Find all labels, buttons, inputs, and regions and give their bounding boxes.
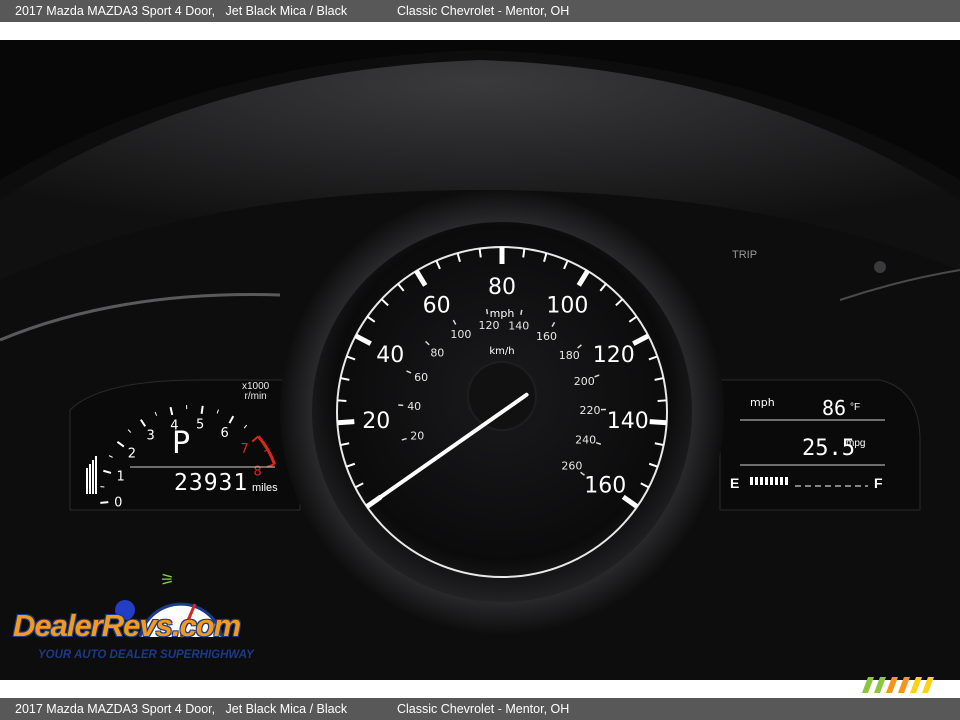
mph-label: 100 [546,293,588,318]
right-trim-highlight [839,269,960,301]
vehicle-caption: 2017 Mazda MAZDA3 Sport 4 Door, Jet Blac… [15,4,348,18]
kmh-label: 180 [559,349,580,362]
kmh-label: 240 [575,433,596,446]
mph-major-tick [337,419,355,426]
rpm-label: 2 [128,446,136,461]
kmh-label: 100 [450,328,471,341]
mph-minor-tick [657,399,667,402]
mph-label: 20 [362,409,390,434]
dealer-caption-bottom: Classic Chevrolet - Mentor, OH [397,702,570,716]
dealerrevs-logo: DealerRevs.com YOUR AUTO DEALER SUPERHIG… [10,582,270,682]
fuel-full-label: F [874,475,883,491]
kmh-tick [485,309,489,315]
rpm-unit-bottom: r/min [244,391,267,402]
fuel-bar-segment [765,477,768,485]
mph-label: 60 [423,293,451,318]
mph-label: 40 [376,343,404,368]
fuel-bar-segment [775,477,778,485]
fuel-bar-segment [780,477,783,485]
speed-readout-unit: mph [750,396,775,409]
mph-label: 80 [488,275,516,300]
fuel-bar-segment [750,477,753,485]
kmh-unit-label: km/h [489,346,514,357]
kmh-label: 40 [407,400,421,413]
mph-unit-label: mph [490,307,515,320]
kmh-label: 60 [414,371,428,384]
fuel-bar-segment [755,477,758,485]
kmh-label: 120 [479,319,500,332]
temp-unit: °F [850,402,861,413]
rpm-tick [100,501,109,504]
kmh-label: 220 [579,404,600,417]
rpm-label: 7 [241,442,249,457]
outside-temp: 86 [822,396,847,420]
gear-indicator: P [172,426,191,461]
vehicle-caption-bottom: 2017 Mazda MAZDA3 Sport 4 Door, Jet Blac… [15,702,348,716]
trip-button-label: TRIP [732,249,758,261]
rpm-bar-segment [95,456,97,494]
fuel-economy-unit: mpg [846,438,866,449]
kmh-label: 260 [561,460,582,473]
bottom-caption-bar: 2017 Mazda MAZDA3 Sport 4 Door, Jet Blac… [0,698,960,720]
rpm-bar-segment [92,460,94,494]
trip-knob-icon [874,261,886,273]
logo-tagline: YOUR AUTO DEALER SUPERHIGHWAY [38,649,254,661]
kmh-label: 20 [410,430,424,443]
kmh-label: 200 [574,375,595,388]
mph-label: 120 [593,343,635,368]
kmh-tick [520,309,523,315]
rpm-unit-label: x1000 r/min [242,382,269,402]
kmh-label: 160 [536,330,557,343]
rpm-label: 0 [114,495,122,510]
fuel-empty-label: E [730,475,740,491]
mph-label: 160 [584,473,626,498]
odometer-reading: 23931 [174,470,249,496]
fuel-bar-segment [760,477,763,485]
top-caption-bar: 2017 Mazda MAZDA3 Sport 4 Door, Jet Blac… [0,0,960,22]
rpm-label: 3 [147,429,155,444]
mph-label: 140 [607,409,649,434]
rpm-label: 1 [117,470,125,485]
brand-stripes-icon [862,677,934,693]
kmh-label: 140 [508,320,529,333]
logo-brand-text: DealerRevs.com [13,608,241,643]
odometer-unit: miles [252,482,278,494]
mph-major-tick [649,419,667,426]
mph-minor-tick [478,248,482,258]
left-trim-highlight [0,293,281,342]
mph-minor-tick [337,399,347,402]
rpm-label: 5 [196,418,204,433]
rpm-bar-segment [89,464,91,494]
kmh-label: 80 [430,346,444,359]
fuel-bar-segment [785,477,788,485]
fuel-bar-segment [770,477,773,485]
rpm-bar-segment [86,468,88,494]
dealer-caption: Classic Chevrolet - Mentor, OH [397,4,570,18]
mph-minor-tick [522,248,526,258]
rpm-label: 6 [220,426,228,441]
rpm-tick [200,405,204,414]
